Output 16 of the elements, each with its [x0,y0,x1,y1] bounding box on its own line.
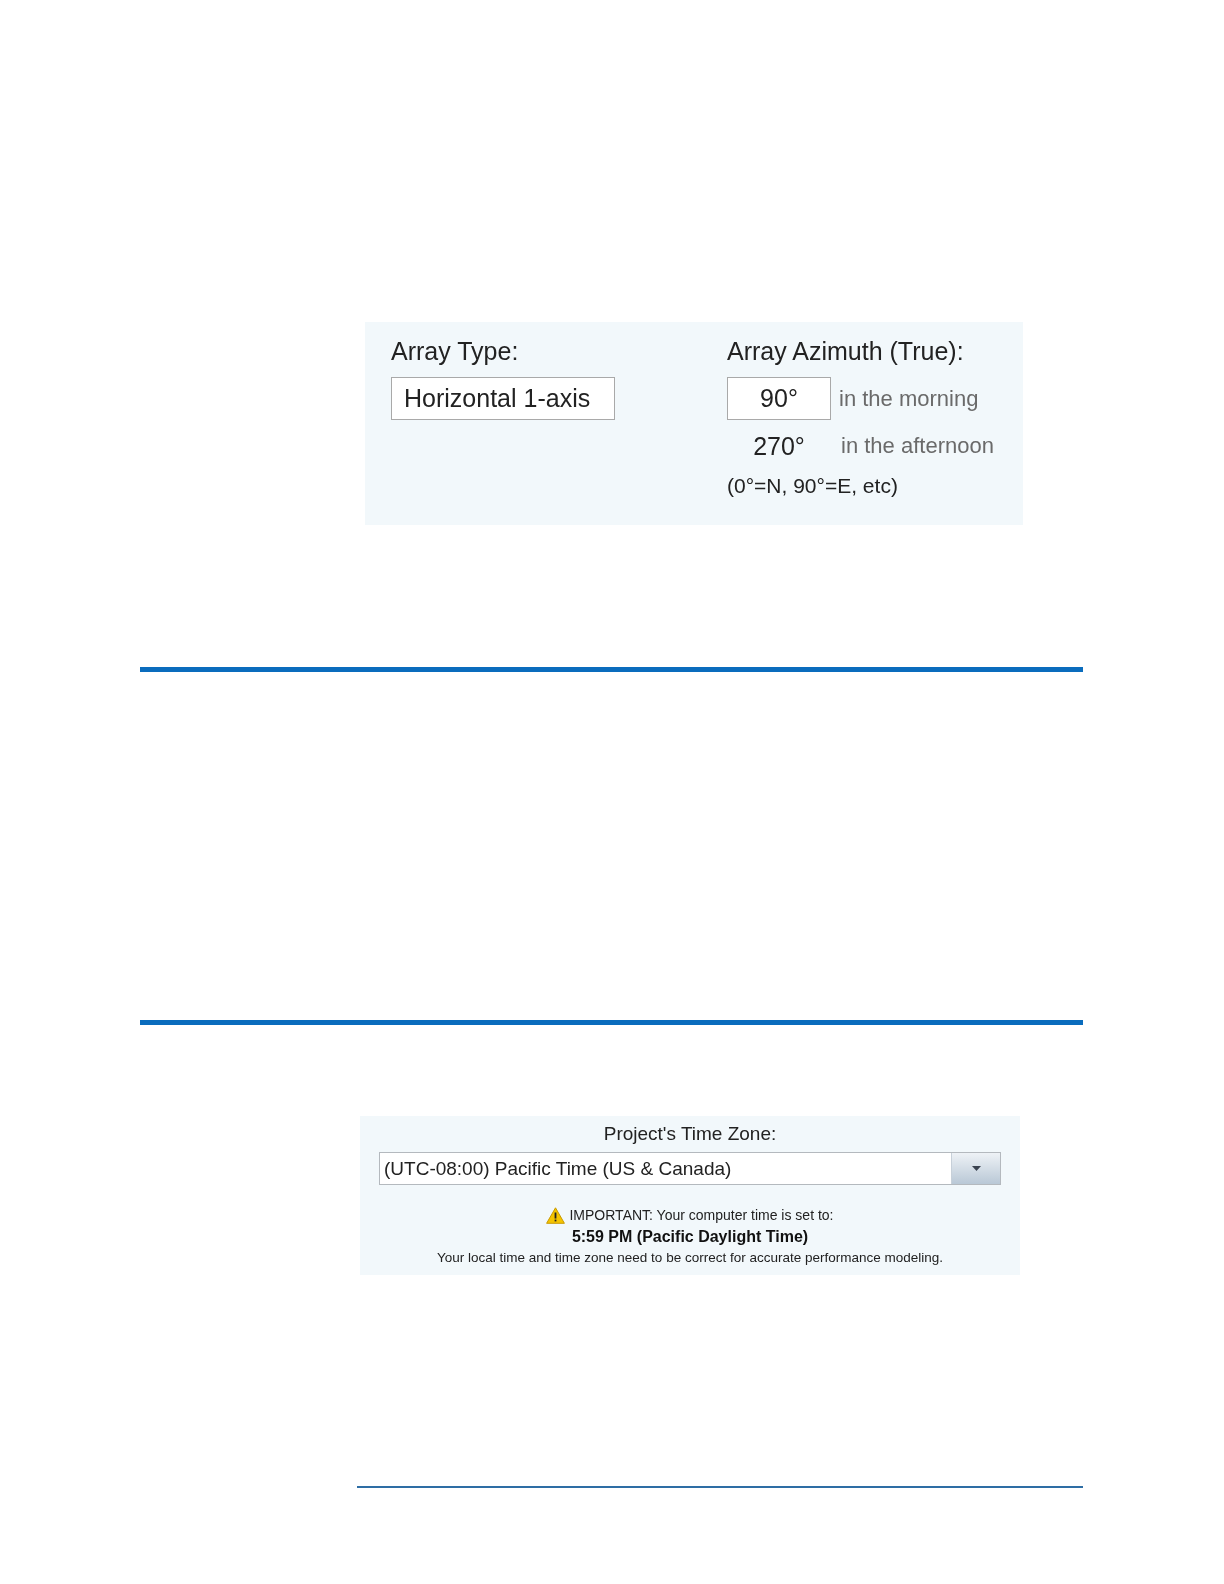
azimuth-label: Array Azimuth (True): [727,336,964,366]
array-type-label: Array Type: [391,336,519,366]
azimuth-hint: (0°=N, 90°=E, etc) [727,473,898,499]
warning-icon [546,1206,566,1224]
computer-time: 5:59 PM (Pacific Daylight Time) [571,1227,809,1247]
time-zone-note: Your local time and time zone need to be correct for accurate performance modeling. [437,1249,943,1267]
array-type-field[interactable]: Horizontal 1-axis [391,377,615,420]
time-zone-dropdown[interactable]: (UTC-08:00) Pacific Time (US & Canada) [379,1152,1001,1185]
warning-text: IMPORTANT: Your computer time is set to: [569,1206,834,1224]
afternoon-note: in the afternoon [841,433,994,459]
time-zone-label: Project's Time Zone: [603,1122,777,1146]
morning-azimuth-field[interactable]: 90° [727,377,831,420]
caret-icon [971,1166,981,1171]
afternoon-azimuth-value: 270° [752,431,806,462]
dropdown-arrow-button[interactable] [951,1153,1000,1184]
morning-note: in the morning [839,385,979,412]
